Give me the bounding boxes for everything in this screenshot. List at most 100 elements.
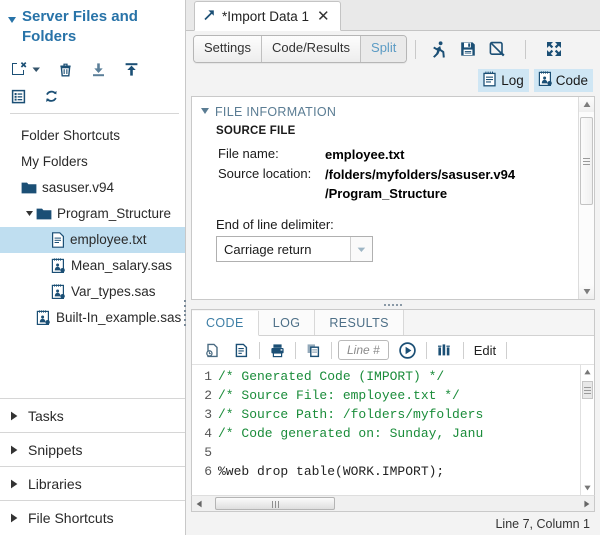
sidebar-section-libraries[interactable]: Libraries (0, 467, 185, 501)
analyze-icon[interactable] (430, 341, 460, 359)
file-info-scrollbar[interactable] (578, 97, 594, 299)
caret-right-icon[interactable] (10, 408, 19, 424)
scroll-up-icon[interactable] (581, 365, 594, 379)
collapse-triangle-icon[interactable] (201, 105, 210, 119)
tree-item-label: employee.txt (70, 232, 147, 247)
scroll-left-icon[interactable] (192, 496, 207, 511)
scrollbar-thumb[interactable] (582, 381, 593, 399)
status-bar: Line 7, Column 1 (186, 512, 600, 535)
run-icon[interactable] (429, 40, 448, 59)
panel-title[interactable]: Server Files and Folders (0, 0, 185, 52)
code-toolbar-divider-3 (331, 342, 332, 359)
delimiter-select-value: Carriage return (217, 242, 350, 257)
tree-item-label: Mean_salary.sas (71, 258, 172, 273)
tree-item-sasuser-v94[interactable]: sasuser.v94 (0, 175, 185, 201)
reset-icon[interactable] (488, 40, 506, 58)
code-editor[interactable]: 1/* Generated Code (IMPORT) */2/* Source… (192, 365, 594, 495)
code-panel-tabs: CODELOGRESULTS (192, 310, 594, 336)
tree-item-mean-salary-sas[interactable]: Mean_salary.sas (0, 253, 185, 279)
delete-icon[interactable] (57, 61, 74, 78)
refresh-icon[interactable] (43, 88, 60, 105)
view-mode-settings[interactable]: Settings (194, 36, 262, 61)
log-icon (482, 71, 498, 90)
code-horizontal-scrollbar[interactable] (191, 495, 595, 512)
line-number-input[interactable]: Line # (338, 340, 389, 360)
tab-import-data-1[interactable]: *Import Data 1 ✕ (194, 1, 341, 31)
code-tab-code[interactable]: CODE (192, 311, 259, 336)
caret-right-icon[interactable] (10, 442, 19, 458)
scroll-down-icon[interactable] (579, 284, 595, 299)
tree-item-my-folders[interactable]: My Folders (0, 149, 185, 175)
sidebar-section-snippets[interactable]: Snippets (0, 433, 185, 467)
sidebar-toolbar (0, 52, 185, 118)
tree-item-program-structure[interactable]: Program_Structure (0, 201, 185, 227)
sas-file-icon (51, 284, 66, 300)
chevron-down-icon[interactable] (32, 65, 41, 74)
source-file-subtitle: SOURCE FILE (192, 125, 594, 137)
caret-right-icon[interactable] (10, 476, 19, 492)
tree-item-employee-txt[interactable]: employee.txt (0, 227, 185, 253)
file-information-header[interactable]: FILE INFORMATION (192, 97, 594, 125)
new-icon[interactable] (10, 60, 28, 78)
tab-strip: *Import Data 1 ✕ (186, 0, 600, 31)
folder-icon (21, 181, 37, 195)
caret-right-icon[interactable] (10, 510, 19, 526)
scrollbar-thumb[interactable] (215, 497, 335, 510)
file-tree: Folder ShortcutsMy Folderssasuser.v94Pro… (0, 118, 185, 399)
chip-code[interactable]: Code (534, 69, 593, 92)
sas-studio-window: Server Files and Folders (0, 0, 600, 535)
view-mode-split[interactable]: Split (361, 36, 406, 61)
download-icon[interactable] (90, 61, 107, 78)
code-editor-scrollbar[interactable] (580, 365, 594, 495)
maximize-icon[interactable] (545, 40, 563, 58)
copy-icon[interactable] (299, 342, 328, 359)
code-tab-results[interactable]: RESULTS (315, 310, 404, 335)
file-info-label: File name: (218, 146, 325, 164)
view-mode-code-results[interactable]: Code/Results (262, 36, 361, 61)
file-info-rows: File name:employee.txt Source location:/f… (192, 146, 594, 203)
code-tab-log[interactable]: LOG (259, 310, 316, 335)
tree-item-var-types-sas[interactable]: Var_types.sas (0, 279, 185, 305)
sidebar-section-file-shortcuts[interactable]: File Shortcuts (0, 501, 185, 535)
close-icon[interactable]: ✕ (315, 9, 332, 24)
file-info-row: Source location:/folders/myfolders/sasus… (218, 166, 594, 203)
tree-item-folder-shortcuts[interactable]: Folder Shortcuts (0, 123, 185, 149)
delimiter-select[interactable]: Carriage return (216, 236, 373, 262)
view-toolbar: SettingsCode/ResultsSplit (186, 31, 600, 67)
file-information-panel: FILE INFORMATION SOURCE FILE File name:e… (191, 96, 595, 300)
sas-file-icon (36, 310, 51, 326)
collapse-triangle-icon[interactable] (8, 11, 17, 31)
chevron-down-icon[interactable] (350, 237, 372, 261)
scroll-down-icon[interactable] (581, 481, 594, 495)
edit-button[interactable]: Edit (467, 343, 503, 358)
print-icon[interactable] (263, 342, 292, 359)
panel-splitter-handle[interactable] (186, 300, 600, 309)
code-text: /* Source File: employee.txt */ (216, 386, 460, 405)
chip-log[interactable]: Log (478, 69, 529, 92)
caret-down-icon[interactable] (23, 210, 36, 218)
new-code-icon[interactable] (227, 342, 256, 359)
sidebar-section-tasks[interactable]: Tasks (0, 399, 185, 433)
sidebar-section-label: File Shortcuts (28, 510, 114, 526)
file-info-value: /folders/myfolders/sasuser.v94/Program_S… (325, 166, 515, 203)
properties-icon[interactable] (10, 88, 27, 105)
chip-label: Log (501, 73, 524, 88)
scroll-up-icon[interactable] (579, 97, 595, 112)
file-info-row: File name:employee.txt (218, 146, 594, 164)
code-toolbar-divider-6 (506, 342, 507, 359)
scroll-right-icon[interactable] (579, 496, 594, 511)
scrollbar-thumb[interactable] (580, 117, 593, 205)
upload-icon[interactable] (123, 61, 140, 78)
action-icons (429, 40, 563, 59)
code-text: /* Generated Code (IMPORT) */ (216, 367, 444, 386)
run-code-icon[interactable] (392, 341, 423, 360)
toolbar-divider-2 (525, 40, 526, 59)
tree-item-built-in-example-sas[interactable]: Built-In_example.sas (0, 305, 185, 331)
open-code-icon[interactable] (198, 342, 227, 359)
scrollbar-grip-icon (583, 156, 590, 167)
chip-label: Code (556, 73, 588, 88)
save-icon[interactable] (459, 40, 477, 58)
line-number: 5 (192, 443, 216, 462)
scrollbar-track[interactable] (207, 496, 579, 511)
scrollbar-track[interactable] (579, 112, 595, 284)
